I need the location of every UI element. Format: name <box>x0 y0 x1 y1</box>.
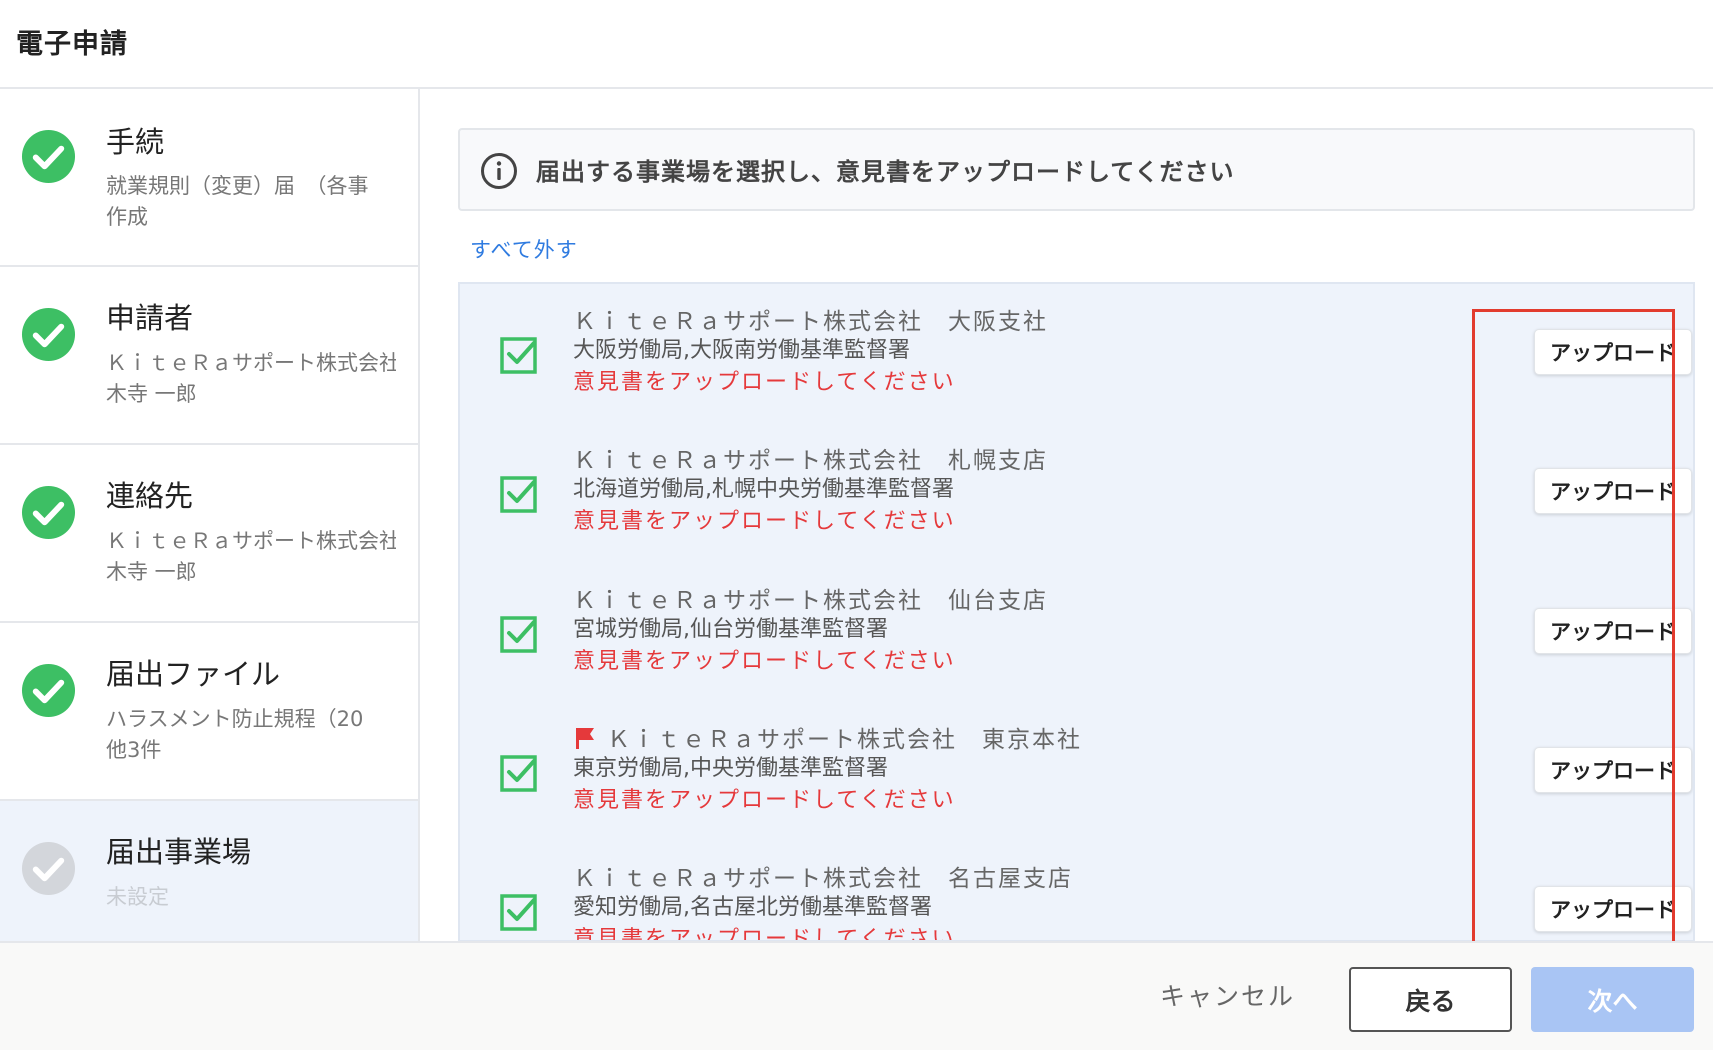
step-files[interactable]: 届出ファイル ハラスメント防止規程（20 他3件 <box>0 623 418 801</box>
upload-warning: 意見書をアップロードしてください <box>573 927 956 941</box>
upload-warning: 意見書をアップロードしてください <box>573 370 956 395</box>
check-circle-icon <box>21 307 76 362</box>
next-button[interactable]: 次へ <box>1531 967 1694 1032</box>
list-item: ＫｉｔｅＲａサポート株式会社 仙台支店 宮城労働局,仙台労働基準監督署 意見書を… <box>460 563 1693 703</box>
list-item: ＫｉｔｅＲａサポート株式会社 名古屋支店 愛知労働局,名古屋北労働基準監督署 意… <box>460 841 1693 941</box>
step-title: 手続 <box>106 125 165 159</box>
info-notice: 届出する事業場を選択し、意見書をアップロードしてください <box>458 128 1695 211</box>
labor-office: 北海道労働局,札幌中央労働基準監督署 <box>573 477 954 502</box>
step-summary: ＫｉｔｅＲａサポート株式会社 <box>106 351 396 375</box>
step-title: 届出事業場 <box>106 835 252 869</box>
labor-office: 宮城労働局,仙台労働基準監督署 <box>573 617 888 642</box>
check-circle-icon <box>21 663 76 718</box>
upload-warning: 意見書をアップロードしてください <box>573 509 956 534</box>
list-item: ＫｉｔｅＲａサポート株式会社 大阪支社 大阪労働局,大阪南労働基準監督署 意見書… <box>460 284 1693 424</box>
office-list: ＫｉｔｅＲａサポート株式会社 大阪支社 大阪労働局,大阪南労働基準監督署 意見書… <box>458 282 1695 941</box>
check-circle-icon <box>21 485 76 540</box>
step-summary: 他3件 <box>106 738 162 762</box>
upload-button[interactable]: アップロード <box>1534 747 1692 793</box>
company-name: ＫｉｔｅＲａサポート株式会社 名古屋支店 <box>573 866 1073 892</box>
company-name-row: ＫｉｔｅＲａサポート株式会社 東京本社 <box>573 720 1082 754</box>
checkbox-checked-icon[interactable] <box>500 334 540 374</box>
footer-bar: キャンセル 戻る 次へ <box>0 941 1713 1050</box>
upload-warning: 意見書をアップロードしてください <box>573 788 956 813</box>
labor-office: 東京労働局,中央労働基準監督署 <box>573 756 888 781</box>
notice-text: 届出する事業場を選択し、意見書をアップロードしてください <box>536 158 1235 186</box>
step-summary: 作成 <box>106 205 148 229</box>
step-procedure[interactable]: 手続 就業規則（変更）届 （各事 作成 <box>0 89 418 267</box>
step-summary: 木寺 一郎 <box>106 382 197 406</box>
check-circle-icon <box>21 129 76 184</box>
company-name: ＫｉｔｅＲａサポート株式会社 札幌支店 <box>573 448 1048 474</box>
app-header: 電子申請 <box>0 0 1713 89</box>
step-title: 届出ファイル <box>106 657 281 691</box>
step-summary: ハラスメント防止規程（20 <box>106 707 364 731</box>
step-summary: 未設定 <box>106 885 169 909</box>
deselect-all-link[interactable]: すべて外す <box>470 234 578 264</box>
upload-warning: 意見書をアップロードしてください <box>573 649 956 674</box>
upload-button[interactable]: アップロード <box>1534 329 1692 375</box>
back-button[interactable]: 戻る <box>1349 967 1512 1032</box>
info-icon <box>481 153 517 189</box>
step-sidebar: 手続 就業規則（変更）届 （各事 作成 申請者 ＫｉｔｅＲａサポート株式会社 木… <box>0 89 420 941</box>
main-content: 届出する事業場を選択し、意見書をアップロードしてください すべて外す ＫｉｔｅＲ… <box>420 89 1713 941</box>
checkbox-checked-icon[interactable] <box>500 473 540 513</box>
checkbox-checked-icon[interactable] <box>500 752 540 792</box>
check-circle-pending-icon <box>21 841 76 896</box>
step-contact[interactable]: 連絡先 ＫｉｔｅＲａサポート株式会社 木寺 一郎 <box>0 445 418 623</box>
step-offices[interactable]: 届出事業場 未設定 <box>0 801 418 941</box>
checkbox-checked-icon[interactable] <box>500 613 540 653</box>
step-summary: ＫｉｔｅＲａサポート株式会社 <box>106 529 396 553</box>
labor-office: 愛知労働局,名古屋北労働基準監督署 <box>573 895 932 920</box>
step-summary: 木寺 一郎 <box>106 560 197 584</box>
cancel-button[interactable]: キャンセル <box>1160 977 1295 1013</box>
step-summary: 就業規則（変更）届 （各事 <box>106 174 369 198</box>
page-title: 電子申請 <box>16 29 128 60</box>
step-applicant[interactable]: 申請者 ＫｉｔｅＲａサポート株式会社 木寺 一郎 <box>0 267 418 445</box>
list-item: ＫｉｔｅＲａサポート株式会社 札幌支店 北海道労働局,札幌中央労働基準監督署 意… <box>460 423 1693 563</box>
checkbox-checked-icon[interactable] <box>500 891 540 931</box>
list-item: ＫｉｔｅＲａサポート株式会社 東京本社 東京労働局,中央労働基準監督署 意見書を… <box>460 702 1693 842</box>
step-title: 申請者 <box>106 301 194 335</box>
upload-button[interactable]: アップロード <box>1534 608 1692 654</box>
labor-office: 大阪労働局,大阪南労働基準監督署 <box>573 338 910 363</box>
company-name: ＫｉｔｅＲａサポート株式会社 仙台支店 <box>573 588 1048 614</box>
company-name: ＫｉｔｅＲａサポート株式会社 大阪支社 <box>573 309 1048 335</box>
flag-icon <box>576 728 594 749</box>
upload-button[interactable]: アップロード <box>1534 886 1692 932</box>
step-title: 連絡先 <box>106 479 194 513</box>
upload-button[interactable]: アップロード <box>1534 468 1692 514</box>
